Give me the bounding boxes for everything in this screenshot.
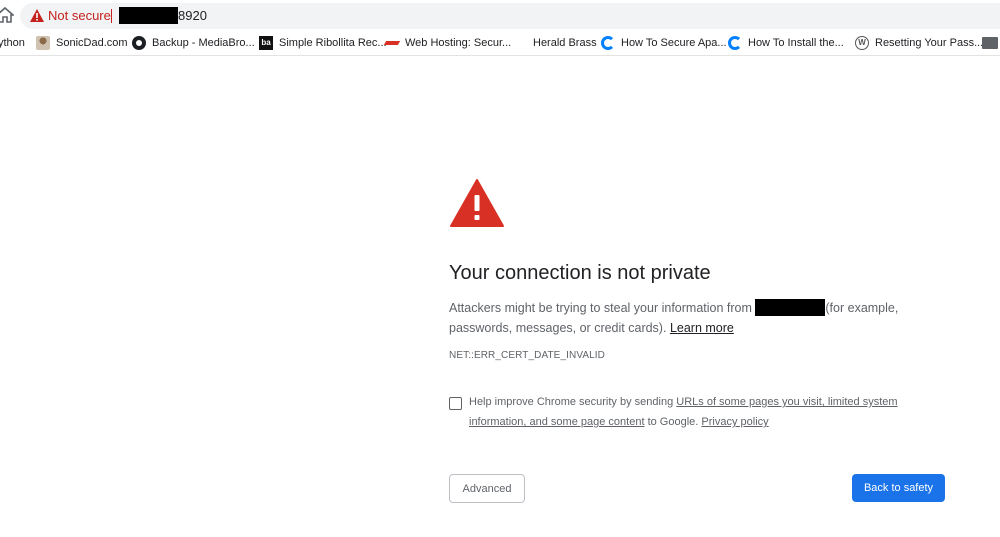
- redacted-host-block: [755, 299, 826, 316]
- bookmarks-bar: ython SonicDad.com Backup - MediaBro... …: [0, 30, 1000, 56]
- bookmark-resetting-password[interactable]: W Resetting Your Pass...: [855, 35, 983, 51]
- omnibox-separator: [111, 9, 112, 23]
- folder-icon: [982, 37, 998, 49]
- bookmark-label: How To Secure Apa...: [621, 37, 727, 49]
- page-title: Your connection is not private: [449, 262, 711, 284]
- warning-triangle-icon: [450, 179, 504, 227]
- home-icon[interactable]: [0, 6, 14, 24]
- bookmark-folder[interactable]: [982, 35, 1000, 51]
- optin-prefix: Help improve Chrome security by sending: [469, 396, 674, 408]
- url-text[interactable]: 8920: [178, 8, 207, 23]
- not-secure-label[interactable]: Not secure: [48, 8, 111, 23]
- bookmark-label: How To Install the...: [748, 37, 844, 49]
- bookmark-label: Simple Ribollita Rec...: [279, 37, 387, 49]
- explanation-prefix: Attackers might be trying to steal your …: [449, 301, 752, 315]
- address-bar[interactable]: Not secure 8920: [20, 3, 1000, 29]
- sonicdad-icon: [36, 36, 50, 50]
- bookmark-label: Resetting Your Pass...: [875, 37, 984, 49]
- advanced-button[interactable]: Advanced: [449, 474, 525, 503]
- ba-icon: ba: [259, 36, 273, 50]
- bookmark-label: Web Hosting: Secur...: [405, 37, 512, 49]
- bookmark-secure-apache[interactable]: How To Secure Apa...: [601, 35, 727, 51]
- explanation-text: Attackers might be trying to steal your …: [449, 298, 919, 338]
- learn-more-link[interactable]: Learn more: [670, 321, 734, 335]
- wordpress-icon: W: [855, 36, 869, 50]
- bookmark-ribollita[interactable]: ba Simple Ribollita Rec...: [259, 35, 387, 51]
- improve-security-checkbox[interactable]: [449, 397, 462, 410]
- bookmark-web-hosting[interactable]: Web Hosting: Secur...: [385, 35, 511, 51]
- optin-middle: to Google.: [647, 416, 699, 428]
- error-code[interactable]: NET::ERR_CERT_DATE_INVALID: [449, 350, 605, 361]
- bookmark-label: Backup - MediaBro...: [152, 37, 255, 49]
- bookmark-label: Herald Brass: [533, 37, 597, 49]
- bookmark-label: SonicDad.com: [56, 37, 128, 49]
- bookmark-sonicdad[interactable]: SonicDad.com: [36, 35, 128, 51]
- back-to-safety-button[interactable]: Back to safety: [852, 474, 945, 502]
- bookmark-herald-brass[interactable]: Herald Brass: [533, 35, 597, 51]
- redacted-host: [119, 7, 178, 24]
- digitalocean-icon: [601, 36, 615, 50]
- webhosting-icon: [385, 36, 399, 50]
- optin-text: Help improve Chrome security by sending …: [469, 392, 929, 432]
- browser-toolbar: Not secure 8920: [0, 0, 1000, 30]
- not-secure-warning-icon[interactable]: [30, 9, 44, 22]
- bookmark-python[interactable]: ython: [0, 35, 25, 51]
- github-icon: [132, 36, 146, 50]
- privacy-policy-link[interactable]: Privacy policy: [701, 416, 768, 428]
- bookmark-install[interactable]: How To Install the...: [728, 35, 844, 51]
- bookmark-backup-mediabrowser[interactable]: Backup - MediaBro...: [132, 35, 255, 51]
- bookmark-label: ython: [0, 37, 25, 49]
- digitalocean-icon: [728, 36, 742, 50]
